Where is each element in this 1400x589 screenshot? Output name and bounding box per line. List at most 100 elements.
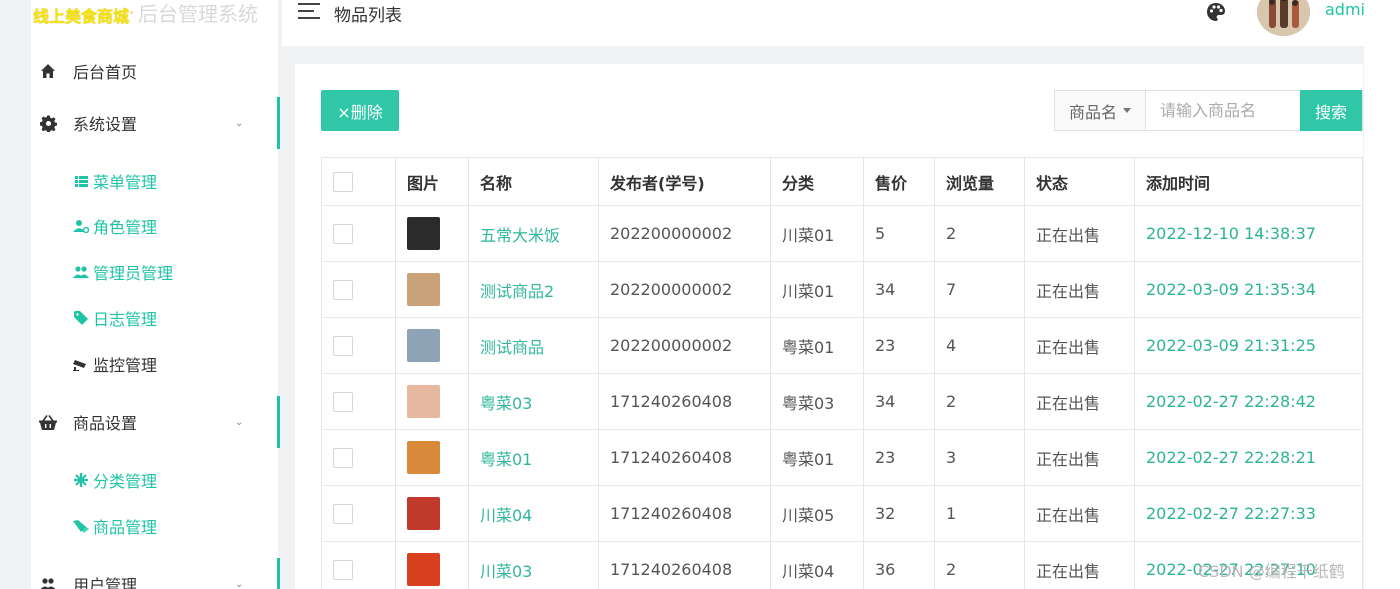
search-field-label: 商品名: [1069, 102, 1118, 122]
users-icon: [39, 575, 57, 589]
column-header: 发布者(学号): [598, 157, 771, 206]
table-row: 川菜04 171240260408 川菜05 32 1 正在出售 2022-02-27 22…: [321, 485, 1363, 542]
category-cell: 川菜01: [770, 261, 864, 318]
tags-icon: [73, 518, 89, 534]
publisher-cell: 171240260408: [598, 485, 771, 542]
category-cell: 川菜05: [770, 485, 864, 542]
price-cell: 34: [863, 261, 935, 318]
logo: 线上美食商城 · 后台管理系统: [31, 0, 278, 30]
product-thumbnail[interactable]: [407, 497, 440, 530]
sidebar-item-log-management[interactable]: 日志管理: [73, 303, 157, 333]
delete-button[interactable]: ×删除: [321, 90, 399, 131]
sidebar-sub-label: 分类管理: [93, 472, 158, 491]
added-time-cell: 2022-03-09 21:31:25: [1134, 317, 1363, 374]
added-time-cell: 2022-02-27 22:28:42: [1134, 373, 1363, 430]
palette-icon[interactable]: [1206, 2, 1226, 22]
product-thumbnail[interactable]: [407, 385, 440, 418]
row-checkbox[interactable]: [333, 279, 353, 300]
row-select-cell: [321, 429, 396, 486]
added-time-cell: 2022-03-09 21:35:34: [1134, 261, 1363, 318]
category-cell: 川菜01: [770, 205, 864, 262]
sidebar-sub-label: 监控管理: [93, 356, 158, 375]
column-header: 分类: [770, 157, 864, 206]
top-header: 物品列表 admi: [282, 0, 1365, 46]
sidebar-item-monitor-management[interactable]: 监控管理: [73, 349, 157, 379]
row-select-cell: [321, 541, 396, 589]
product-name-link[interactable]: 测试商品: [468, 317, 599, 374]
views-cell: 1: [934, 485, 1025, 542]
row-checkbox[interactable]: [333, 335, 353, 356]
table-row: 五常大米饭 202200000002 川菜01 5 2 正在出售 2022-12-10 14…: [321, 205, 1363, 262]
row-checkbox[interactable]: [333, 223, 353, 244]
search-button[interactable]: 搜索: [1300, 90, 1362, 131]
category-cell: 粤菜03: [770, 373, 864, 430]
search-input[interactable]: [1146, 91, 1300, 130]
search-field-select[interactable]: 商品名: [1055, 91, 1146, 130]
sidebar-item-admin-management[interactable]: 管理员管理: [73, 257, 173, 287]
row-checkbox[interactable]: [333, 503, 353, 524]
product-thumbnail[interactable]: [407, 273, 440, 306]
home-icon: [39, 62, 57, 80]
gear-icon: [39, 114, 57, 132]
category-cell: 粤菜01: [770, 317, 864, 374]
select-all-cell: [321, 157, 396, 206]
sidebar-sub-label: 菜单管理: [93, 173, 158, 192]
product-thumbnail[interactable]: [407, 441, 440, 474]
product-name-link[interactable]: 五常大米饭: [468, 205, 599, 262]
sidebar-item-menu-management[interactable]: 菜单管理: [73, 166, 157, 196]
sidebar-item-product-management[interactable]: 商品管理: [73, 511, 157, 541]
sidebar-item-goods[interactable]: 商品设置 ⌄: [31, 396, 280, 448]
product-thumbnail[interactable]: [407, 217, 440, 250]
price-cell: 34: [863, 373, 935, 430]
product-name-link[interactable]: 粤菜01: [468, 429, 599, 486]
views-cell: 7: [934, 261, 1025, 318]
thumbnail-cell: [395, 429, 469, 486]
publisher-cell: 171240260408: [598, 429, 771, 486]
logo-main-text: 线上美食商城: [33, 7, 130, 26]
added-time-cell: 2022-02-27 22:28:21: [1134, 429, 1363, 486]
user-gear-icon: [73, 218, 89, 234]
logo-sub-text: 后台管理系统: [138, 2, 258, 26]
chevron-down-icon: ⌄: [235, 416, 244, 428]
sidebar-item-role-management[interactable]: 角色管理: [73, 211, 157, 241]
views-cell: 4: [934, 317, 1025, 374]
price-cell: 23: [863, 317, 935, 374]
status-cell: 正在出售: [1024, 541, 1135, 589]
column-header: 售价: [863, 157, 935, 206]
publisher-cell: 202200000002: [598, 261, 771, 318]
table-header-row: 图片 名称 发布者(学号) 分类 售价 浏览量 状态 添加时间: [321, 157, 1363, 206]
page-title: 物品列表: [334, 6, 402, 26]
menu-toggle-icon[interactable]: [298, 3, 320, 19]
list-icon: [73, 173, 89, 189]
row-checkbox[interactable]: [333, 391, 353, 412]
select-all-checkbox[interactable]: [333, 171, 353, 192]
product-thumbnail[interactable]: [407, 553, 440, 586]
sidebar-sub-label: 商品管理: [93, 518, 158, 537]
thumbnail-cell: [395, 485, 469, 542]
avatar[interactable]: [1257, 0, 1310, 36]
row-checkbox[interactable]: [333, 447, 353, 468]
product-name-link[interactable]: 测试商品2: [468, 261, 599, 318]
product-name-link[interactable]: 川菜04: [468, 485, 599, 542]
thumbnail-cell: [395, 373, 469, 430]
sidebar-item-users[interactable]: 用户管理 ⌄: [31, 558, 280, 589]
product-name-link[interactable]: 粤菜03: [468, 373, 599, 430]
row-checkbox[interactable]: [333, 559, 353, 580]
status-cell: 正在出售: [1024, 205, 1135, 262]
users-icon: [73, 264, 89, 280]
price-cell: 5: [863, 205, 935, 262]
camera-icon: [73, 356, 89, 372]
publisher-cell: 171240260408: [598, 373, 771, 430]
sidebar-item-system[interactable]: 系统设置 ⌄: [31, 97, 280, 149]
search-group: 商品名 搜索: [1054, 90, 1363, 131]
column-header: 浏览量: [934, 157, 1025, 206]
sidebar-item-label: 后台首页: [73, 63, 138, 82]
product-thumbnail[interactable]: [407, 329, 440, 362]
column-header: 名称: [468, 157, 599, 206]
chevron-down-icon: ⌄: [235, 578, 244, 589]
status-cell: 正在出售: [1024, 429, 1135, 486]
product-name-link[interactable]: 川菜03: [468, 541, 599, 589]
sidebar-item-category-management[interactable]: 分类管理: [73, 465, 157, 495]
username[interactable]: admi: [1325, 0, 1365, 19]
sidebar-item-home[interactable]: 后台首页: [31, 45, 278, 97]
